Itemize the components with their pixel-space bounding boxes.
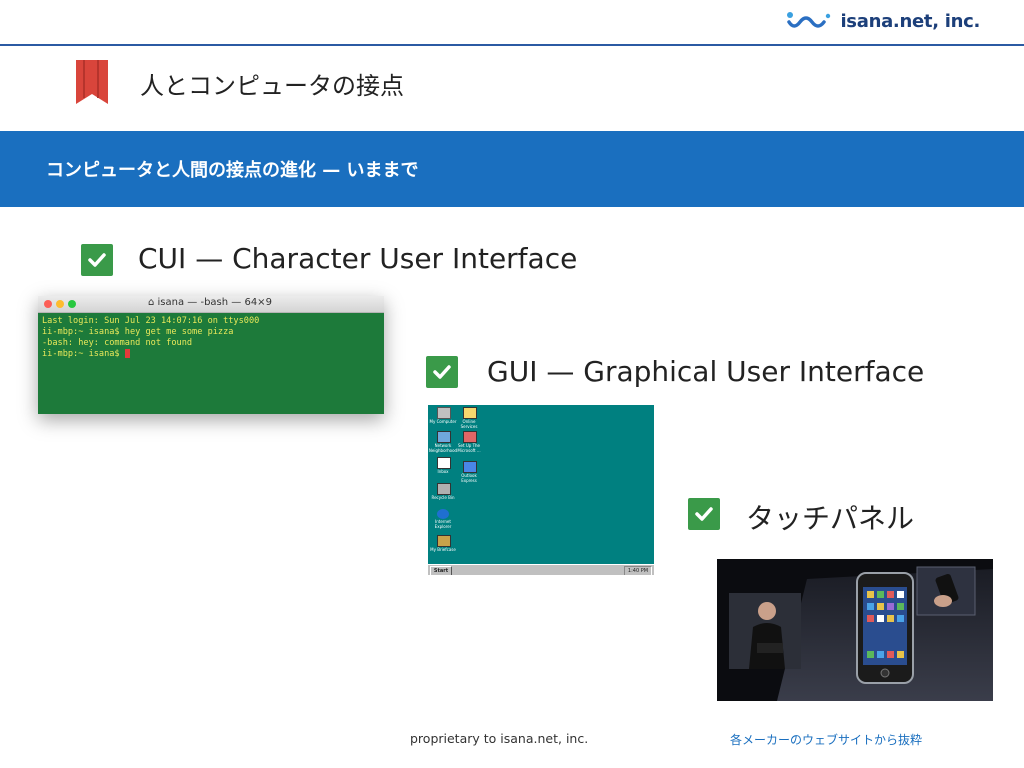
checkbox-checked-icon [426, 356, 458, 388]
desktop-icon: Online Services [454, 407, 484, 429]
outlook-express-icon [463, 461, 477, 473]
terminal-cursor [124, 349, 130, 358]
setup-icon [463, 431, 477, 443]
item-label-touch: タッチパネル [746, 502, 915, 535]
checkbox-checked-icon [688, 498, 720, 530]
terminal-output: Last login: Sun Jul 23 14:07:16 on ttys0… [42, 316, 259, 360]
desktop-icon-label: Set Up The Microsoft ... [457, 443, 481, 453]
inbox-icon [437, 457, 451, 469]
desktop-icon: Internet Explorer [428, 509, 458, 529]
bookmark-ribbon-icon [76, 60, 108, 104]
section-heading: コンピュータと人間の接点の進化 — いままで [46, 160, 419, 181]
terminal-title-text: isana — -bash — 64×9 [157, 297, 272, 308]
windows-desktop-screenshot: My Computer Network Neighborhood Inbox R… [428, 405, 654, 575]
taskbar: Start 1:40 PM [428, 564, 654, 575]
desktop-icon-label: Outlook Express [461, 473, 477, 483]
close-dot-icon [44, 300, 52, 308]
recycle-bin-icon [437, 483, 451, 495]
desktop-icon: My Briefcase [428, 535, 458, 552]
terminal-titlebar: ⌂ isana — -bash — 64×9 [38, 296, 384, 313]
terminal-line: ii-mbp:~ isana$ hey get me some pizza [42, 327, 234, 337]
company-logo: isana.net, inc. [786, 8, 980, 34]
keynote-photo-illustration [717, 559, 993, 701]
desktop-icon-label: Internet Explorer [434, 519, 452, 529]
desktop-icon-label: Online Services [460, 419, 478, 429]
network-icon [437, 431, 451, 443]
start-button: Start [430, 566, 452, 575]
desktop-icon-label: Recycle Bin [431, 495, 455, 500]
minimize-dot-icon [56, 300, 64, 308]
slide-title: 人とコンピュータの接点 [140, 72, 404, 100]
terminal-line: -bash: hey: command not found [42, 338, 193, 348]
footer-copyright: proprietary to isana.net, inc. [410, 731, 589, 746]
terminal-title: ⌂ isana — -bash — 64×9 [148, 297, 272, 308]
touch-device-photo [717, 559, 993, 701]
desktop-icon: Recycle Bin [428, 483, 458, 500]
taskbar-clock: 1:40 PM [624, 566, 652, 575]
checkbox-checked-icon [81, 244, 113, 276]
zoom-dot-icon [68, 300, 76, 308]
terminal-line: Last login: Sun Jul 23 14:07:16 on ttys0… [42, 316, 260, 326]
folder-icon [463, 407, 477, 419]
isana-logo-icon [787, 12, 831, 28]
computer-icon [437, 407, 451, 419]
item-label-gui: GUI — Graphical User Interface [487, 355, 925, 388]
terminal-line: ii-mbp:~ isana$ [42, 349, 125, 359]
internet-explorer-icon [437, 509, 449, 519]
item-label-cui: CUI — Character User Interface [138, 242, 578, 275]
terminal-window: ⌂ isana — -bash — 64×9 Last login: Sun J… [38, 296, 384, 414]
footer-source-note: 各メーカーのウェブサイトから抜粋 [730, 733, 923, 747]
desktop-icon-label: My Briefcase [430, 547, 456, 552]
desktop-icon: Set Up The Microsoft ... [454, 431, 484, 453]
desktop-icon: Outlook Express [454, 461, 484, 483]
briefcase-icon [437, 535, 451, 547]
header-divider [0, 44, 1024, 46]
logo-text: isana.net, inc. [840, 10, 980, 32]
